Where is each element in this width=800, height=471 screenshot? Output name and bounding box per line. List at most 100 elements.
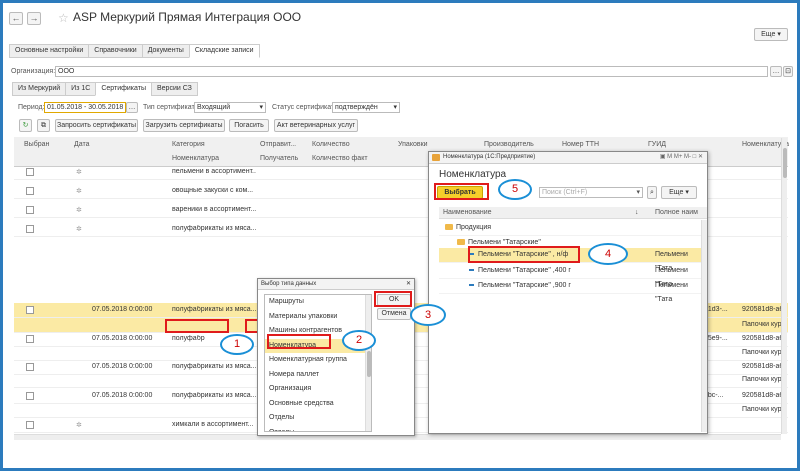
col-name[interactable]: Наименование bbox=[443, 209, 492, 216]
folder-icon bbox=[457, 239, 465, 246]
type-list[interactable]: Маршруты Материалы упаковки Машины контраг… bbox=[264, 294, 372, 432]
row-checkbox[interactable] bbox=[26, 363, 34, 371]
chevron-down-icon: ▾ bbox=[636, 189, 640, 196]
row-checkbox[interactable] bbox=[26, 335, 34, 343]
row-marker-icon: ✲ bbox=[76, 207, 82, 214]
highlight-tree-item bbox=[468, 246, 580, 263]
forward-button[interactable]: → bbox=[27, 12, 41, 25]
col-qty[interactable]: Количество bbox=[312, 141, 350, 148]
copy-icon[interactable]: ⧉ bbox=[37, 119, 50, 132]
tab-from-1c[interactable]: Из 1С bbox=[65, 82, 97, 96]
col-guid[interactable]: ГУИД bbox=[648, 141, 666, 148]
folder-icon bbox=[445, 224, 453, 231]
category-cell: химкали в ассортимент... bbox=[172, 421, 254, 428]
tab-main-settings[interactable]: Основные настройки bbox=[9, 44, 90, 58]
col-fullname[interactable]: Полное наим bbox=[655, 209, 698, 216]
vet-act-button[interactable]: Акт ветеринарных услуг bbox=[274, 119, 358, 132]
tab-from-mercury[interactable]: Из Меркурий bbox=[12, 82, 67, 96]
tab-warehouse-records[interactable]: Складские записи bbox=[188, 44, 260, 58]
close-icon[interactable]: ✕ bbox=[406, 279, 411, 289]
col-nomenclature[interactable]: Номенклатура bbox=[172, 155, 219, 162]
cancel-button[interactable]: Отмена bbox=[377, 308, 411, 320]
callout-1: 1 bbox=[220, 334, 254, 355]
org-select-button[interactable]: … bbox=[770, 66, 782, 77]
row-checkbox[interactable] bbox=[26, 168, 34, 176]
nom-search-input[interactable]: Поиск (Ctrl+F) ▾ bbox=[539, 187, 643, 198]
tree-item-name: Продукция bbox=[456, 224, 492, 231]
category-cell: овощные закуски с ком... bbox=[172, 187, 254, 194]
request-certificates-button[interactable]: Запросить сертификаты bbox=[55, 119, 138, 132]
highlight-select-button-5 bbox=[434, 183, 489, 200]
date-cell: 07.05.2018 0:00:00 bbox=[92, 363, 153, 370]
tab-documents[interactable]: Документы bbox=[141, 44, 190, 58]
item-icon bbox=[469, 269, 474, 272]
col-sender[interactable]: Отправит... bbox=[260, 141, 296, 148]
nom-tree-header: Наименование ↓ Полное наим bbox=[439, 207, 707, 219]
tree-item-fullname: Пельмени "Тата bbox=[655, 282, 688, 303]
period-select-button[interactable]: … bbox=[126, 102, 138, 113]
type-dialog-title: Выбор типа данных ✕ bbox=[258, 279, 414, 290]
window-title: ASP Меркурий Прямая Интеграция ООО bbox=[73, 10, 302, 24]
guid-cell: a1d3-... bbox=[704, 306, 728, 313]
grid-scrollbar[interactable] bbox=[781, 138, 787, 434]
type-list-item[interactable]: Отделы bbox=[265, 411, 371, 426]
col-ttn[interactable]: Номер ТТН bbox=[562, 141, 599, 148]
category-cell: вареники в ассортимент... bbox=[172, 206, 256, 213]
item-icon bbox=[469, 284, 474, 287]
row-checkbox[interactable] bbox=[26, 306, 34, 314]
col-date[interactable]: Дата bbox=[74, 141, 90, 148]
redeem-button[interactable]: Погасить bbox=[229, 119, 269, 132]
col-pack[interactable]: Упаковки bbox=[398, 141, 428, 148]
callout-4: 4 bbox=[588, 243, 628, 265]
tab-sz-versions[interactable]: Версии СЗ bbox=[150, 82, 198, 96]
more-button[interactable]: Еще ▾ bbox=[754, 28, 788, 41]
guid-cell: bbc-... bbox=[704, 392, 724, 399]
load-certificates-button[interactable]: Загрузить сертификаты bbox=[143, 119, 225, 132]
type-list-item[interactable]: Организация bbox=[265, 382, 371, 397]
cert-type-label: Тип сертификата: bbox=[143, 104, 201, 111]
sort-icon[interactable]: ↓ bbox=[635, 209, 639, 216]
org-open-button[interactable]: ⊡ bbox=[783, 66, 793, 77]
tree-item[interactable]: Пельмени "Татарские" ,400 г Пельмени "Тат… bbox=[439, 264, 707, 288]
org-field[interactable]: ООО bbox=[55, 66, 768, 77]
period-field[interactable]: 01.05.2018 - 30.05.2018 bbox=[44, 102, 126, 113]
cert-status-select[interactable]: подтверждён ▾ bbox=[332, 102, 400, 113]
row-checkbox[interactable] bbox=[26, 392, 34, 400]
highlight-nomenclature-item bbox=[267, 334, 331, 349]
col-producer[interactable]: Производитель bbox=[484, 141, 534, 148]
favorite-star-icon[interactable]: ☆ bbox=[58, 11, 69, 25]
col-selected[interactable]: Выбран bbox=[24, 141, 49, 148]
row-marker-icon: ✲ bbox=[76, 226, 82, 233]
col-receiver[interactable]: Получатель bbox=[260, 155, 298, 162]
refresh-icon[interactable]: ↻ bbox=[19, 119, 32, 132]
type-list-item[interactable]: Материалы упаковки bbox=[265, 310, 371, 325]
cert-type-select[interactable]: Входящий ▾ bbox=[194, 102, 266, 113]
type-list-item[interactable]: Основные средства bbox=[265, 397, 371, 412]
row-marker-icon: ✲ bbox=[76, 169, 82, 176]
tree-item[interactable]: Продукция bbox=[439, 221, 707, 236]
tab-certificates[interactable]: Сертификаты bbox=[95, 82, 152, 96]
cert-status-label: Статус сертификата: bbox=[272, 104, 340, 111]
tree-item[interactable]: Пельмени "Татарские" ,900 г Пельмени "Тат… bbox=[439, 279, 707, 303]
date-cell: 07.05.2018 0:00:00 bbox=[92, 392, 153, 399]
type-list-item[interactable]: Маршруты bbox=[265, 295, 371, 310]
type-list-item[interactable]: Отделы bbox=[265, 426, 371, 432]
highlight-ok-button bbox=[374, 291, 412, 307]
col-category[interactable]: Категория bbox=[172, 141, 205, 148]
row-checkbox[interactable] bbox=[26, 206, 34, 214]
search-icon[interactable]: ⌕ bbox=[647, 186, 657, 199]
row-checkbox[interactable] bbox=[26, 187, 34, 195]
row-checkbox[interactable] bbox=[26, 421, 34, 429]
nom-tree-scrollbar[interactable] bbox=[701, 220, 707, 432]
type-list-item[interactable]: Номенклатурная группа bbox=[265, 353, 371, 368]
nom-more-button[interactable]: Еще ▾ bbox=[661, 186, 697, 199]
window-controls-icon[interactable]: ▣ M M+ M- □ ✕ bbox=[660, 152, 703, 163]
category-cell: полуфабрикаты из мяса... bbox=[172, 225, 256, 232]
col-qty-fact[interactable]: Количество факт bbox=[312, 155, 368, 162]
back-button[interactable]: ← bbox=[9, 12, 23, 25]
callout-3: 3 bbox=[410, 304, 446, 326]
type-list-item[interactable]: Номера паллет bbox=[265, 368, 371, 383]
tab-directories[interactable]: Справочники bbox=[88, 44, 143, 58]
row-checkbox[interactable] bbox=[26, 225, 34, 233]
type-list-scrollbar[interactable] bbox=[365, 295, 371, 431]
